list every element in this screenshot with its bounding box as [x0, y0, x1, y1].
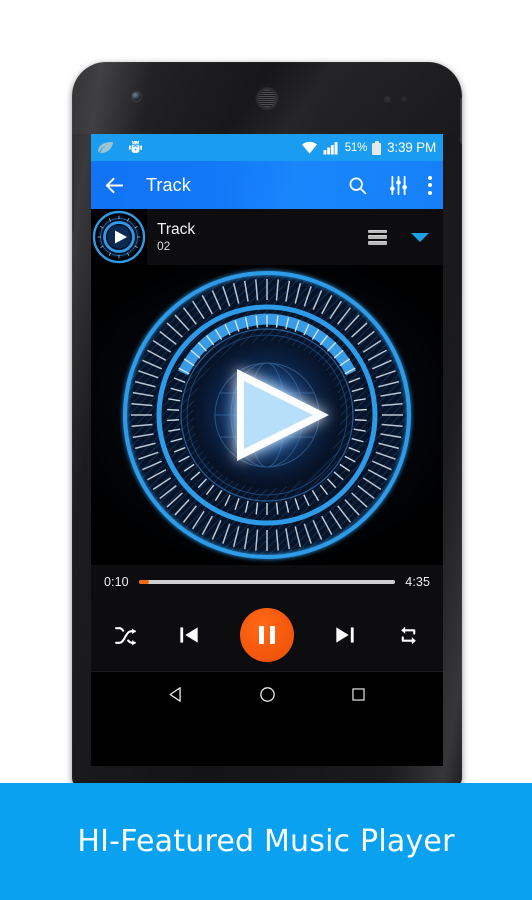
light-sensor-icon	[402, 97, 406, 101]
volume-button[interactable]	[72, 158, 74, 232]
more-vertical-icon[interactable]	[427, 175, 432, 195]
album-art-thumbnail	[91, 209, 147, 265]
pause-bar-left	[259, 626, 264, 644]
status-bar: 51% 3:39 PM	[91, 134, 443, 161]
album-art-visualizer[interactable]	[91, 265, 443, 565]
proximity-sensor-icon	[385, 97, 390, 102]
wifi-icon	[301, 141, 318, 155]
shuffle-icon[interactable]	[113, 623, 138, 648]
app-bar: Track	[91, 161, 443, 209]
hud-play-visualizer-icon	[123, 271, 411, 559]
elapsed-time: 0:10	[104, 575, 129, 589]
front-camera-icon	[132, 92, 141, 101]
leaf-icon	[97, 141, 114, 154]
signal-bars-icon	[323, 141, 340, 155]
pause-bar-right	[270, 626, 275, 644]
search-icon[interactable]	[347, 175, 388, 196]
phone-device: 51% 3:39 PM Track Track 02 0:10 4:35	[72, 62, 462, 788]
now-playing-text: Track 02	[147, 221, 368, 253]
equalizer-icon[interactable]	[388, 175, 427, 196]
nav-home-circle-icon[interactable]	[258, 685, 277, 704]
screenshot-stage: 51% 3:39 PM Track Track 02 0:10 4:35 HI-…	[0, 0, 532, 900]
status-indicators: 51% 3:39 PM	[301, 140, 436, 155]
list-lines-icon[interactable]	[368, 229, 387, 245]
battery-icon	[372, 140, 382, 155]
android-nav-bar	[91, 671, 443, 716]
nav-back-triangle-icon[interactable]	[167, 685, 186, 704]
now-playing-subtitle: 02	[157, 239, 171, 253]
power-button[interactable]	[460, 98, 462, 144]
phone-screen: 51% 3:39 PM Track Track 02 0:10 4:35	[91, 134, 443, 766]
skip-previous-icon[interactable]	[176, 622, 202, 648]
promo-banner: HI-Featured Music Player	[0, 783, 532, 900]
caret-down-icon[interactable]	[411, 232, 429, 242]
nav-recents-square-icon[interactable]	[350, 686, 367, 703]
battery-percent-label: 51%	[344, 141, 368, 154]
status-clock: 3:39 PM	[387, 140, 436, 155]
seek-progress-fill	[138, 580, 149, 584]
page-title: Track	[146, 174, 191, 195]
back-arrow-icon[interactable]	[103, 174, 126, 197]
total-duration: 4:35	[405, 575, 430, 589]
status-notifications	[97, 140, 296, 155]
now-playing-title: Track	[157, 221, 196, 238]
skip-next-icon[interactable]	[332, 622, 358, 648]
now-playing-row[interactable]: Track 02	[91, 209, 443, 265]
seek-bar-row: 0:10 4:35	[91, 565, 443, 599]
promo-banner-text: HI-Featured Music Player	[77, 824, 455, 859]
repeat-icon[interactable]	[396, 623, 421, 648]
pause-button[interactable]	[240, 608, 294, 662]
earpiece-speaker-icon	[256, 88, 278, 109]
transport-controls	[91, 599, 443, 671]
bug-icon	[128, 140, 143, 155]
phone-top-bezel	[72, 62, 462, 134]
seek-slider[interactable]	[138, 580, 396, 584]
